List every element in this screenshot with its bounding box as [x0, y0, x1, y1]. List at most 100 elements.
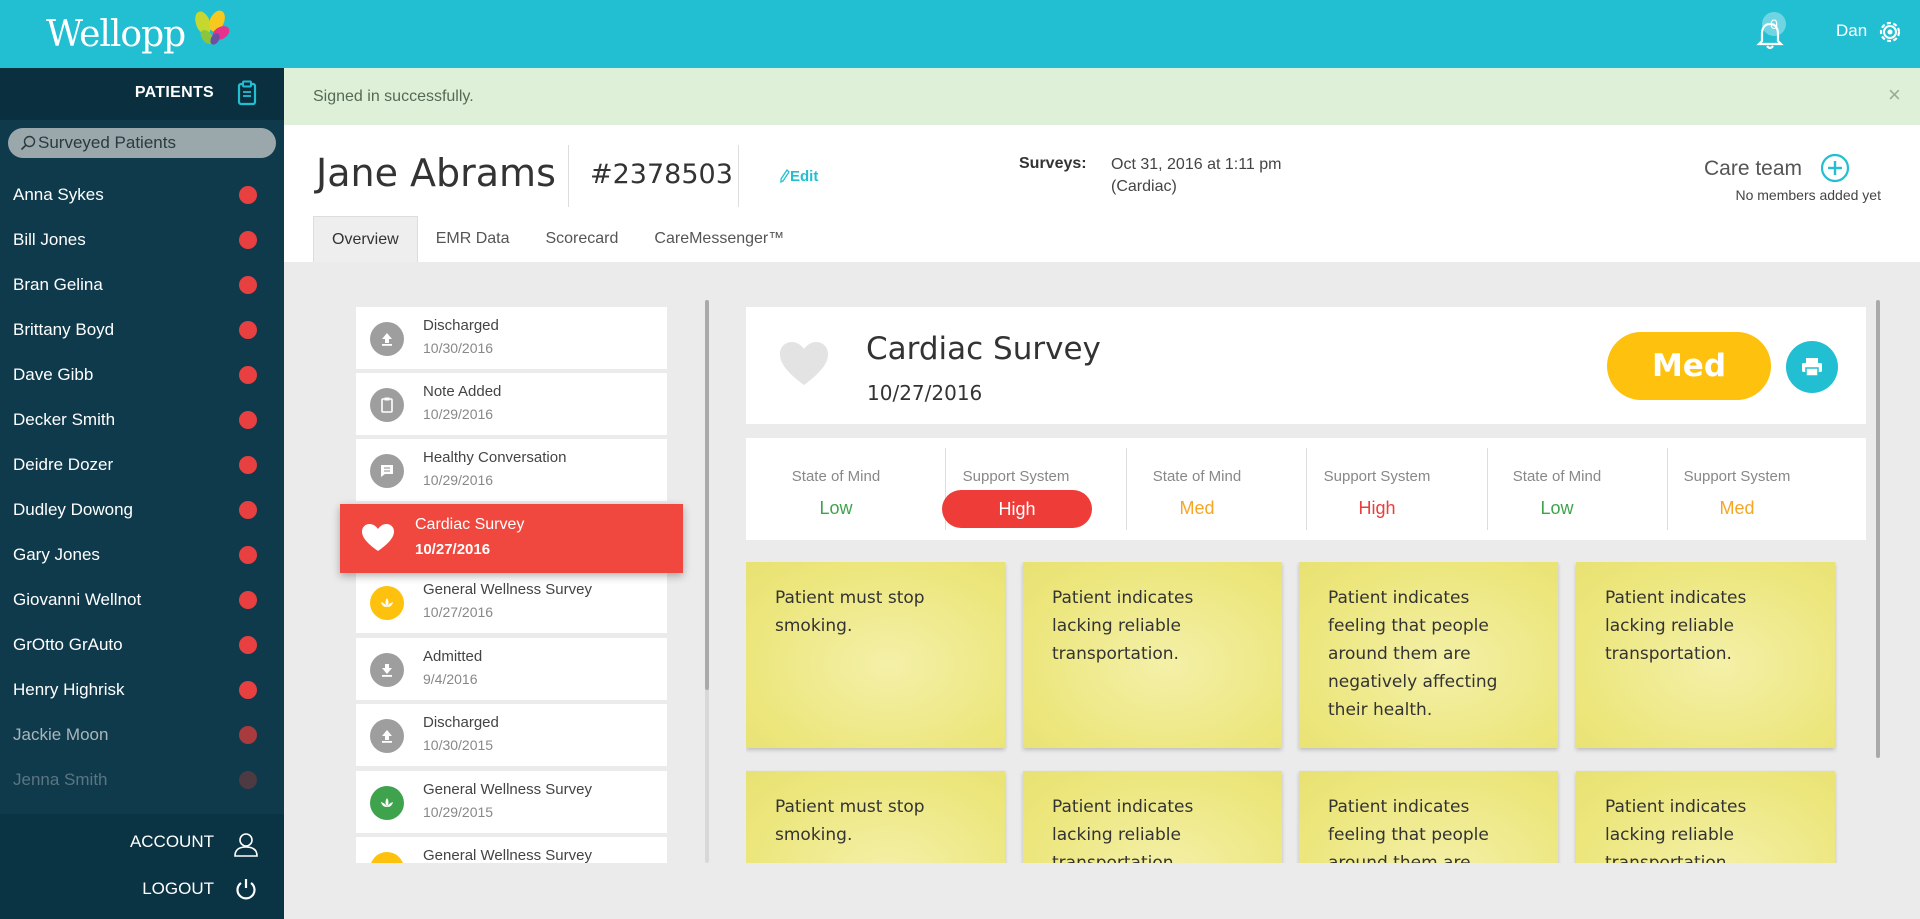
alert-message: Signed in successfully.: [313, 88, 474, 105]
clipboard-icon: [370, 388, 404, 422]
patient-name: Jenna Smith: [13, 769, 108, 789]
patient-item[interactable]: Jackie Moon: [0, 712, 284, 757]
timeline-item[interactable]: General Wellness Survey: [356, 837, 667, 863]
close-icon[interactable]: ×: [1888, 82, 1901, 108]
risk-level-badge: Med: [1607, 332, 1771, 400]
timeline-item-selected[interactable]: Cardiac Survey 10/27/2016: [340, 504, 683, 573]
heart-icon: [780, 342, 828, 385]
metric-item: Support System High: [1287, 448, 1467, 530]
divider: [568, 145, 569, 207]
search-icon: [20, 135, 36, 151]
timeline-item[interactable]: General Wellness Survey 10/29/2015: [356, 771, 667, 833]
patient-name-title: Jane Abrams: [316, 151, 556, 195]
timeline-date: 10/29/2016: [423, 406, 494, 422]
surveys-date: Oct 31, 2016 at 1:11 pm: [1111, 156, 1282, 173]
timeline-item[interactable]: Discharged 10/30/2015: [356, 704, 667, 766]
metric-value: Low: [1540, 498, 1574, 518]
timeline-date: 10/27/2016: [415, 541, 491, 558]
timeline-title: General Wellness Survey: [423, 781, 592, 798]
surveys-label: Surveys:: [1019, 155, 1087, 172]
patient-item[interactable]: Bill Jones: [0, 217, 284, 262]
timeline-item[interactable]: Healthy Conversation 10/29/2016: [356, 439, 667, 501]
edit-link[interactable]: Edit: [780, 168, 818, 185]
patients-heading[interactable]: PATIENTS: [135, 84, 214, 102]
pencil-icon: [780, 168, 790, 184]
sticky-note: Patient indicates lacking reliable trans…: [1023, 771, 1282, 863]
timeline-scrollbar[interactable]: [705, 300, 709, 690]
survey-notes: Patient must stop smoking. Patient indic…: [746, 562, 1866, 863]
sidebar-header: PATIENTS: [0, 68, 284, 120]
risk-dot-icon: [239, 186, 257, 204]
sticky-note: Patient must stop smoking.: [746, 562, 1005, 748]
tab-emr-data[interactable]: EMR Data: [418, 216, 528, 262]
download-icon: [370, 653, 404, 687]
logo[interactable]: Wellopp: [46, 10, 233, 58]
print-button[interactable]: [1786, 341, 1838, 393]
chat-icon: [370, 454, 404, 488]
lotus-icon: [370, 586, 404, 620]
patient-name: Bill Jones: [13, 229, 86, 249]
metric-label: Support System: [1683, 468, 1791, 485]
metric-value: Med: [1179, 498, 1215, 518]
divider: [738, 145, 739, 207]
risk-dot-icon: [239, 276, 257, 294]
timeline-item[interactable]: Note Added 10/29/2016: [356, 373, 667, 435]
tab-scorecard[interactable]: Scorecard: [527, 216, 636, 262]
gear-icon[interactable]: [1876, 18, 1904, 46]
patient-name: Decker Smith: [13, 409, 116, 429]
butterfly-logo-icon: [195, 10, 230, 45]
patient-item[interactable]: Bran Gelina: [0, 262, 284, 307]
care-team-label: Care team: [1704, 157, 1803, 180]
heart-icon: [360, 520, 396, 556]
patient-item[interactable]: Gary Jones: [0, 532, 284, 577]
patient-item[interactable]: Decker Smith: [0, 397, 284, 442]
main-scrollbar[interactable]: [1876, 300, 1880, 758]
metric-item: Support System High: [926, 448, 1106, 530]
timeline-date: 10/29/2015: [423, 804, 494, 820]
timeline-item[interactable]: Discharged 10/30/2016: [356, 307, 667, 369]
patient-name: Bran Gelina: [13, 274, 103, 294]
patient-name: Deidre Dozer: [13, 454, 114, 474]
search-input[interactable]: [38, 128, 268, 158]
top-bar: Wellopp 0 Dan: [0, 0, 1920, 68]
clipboard-icon[interactable]: [236, 80, 258, 106]
patient-list: Anna Sykes Bill Jones Bran Gelina Britta…: [0, 172, 284, 802]
patient-item[interactable]: Dudley Dowong: [0, 487, 284, 532]
timeline-title: General Wellness Survey: [423, 847, 592, 863]
logout-link[interactable]: LOGOUT: [142, 879, 214, 899]
patient-item[interactable]: Brittany Boyd: [0, 307, 284, 352]
tab-caremessenger[interactable]: CareMessenger™: [636, 216, 802, 262]
sticky-note: Patient indicates lacking reliable trans…: [1576, 562, 1835, 748]
timeline-title: Note Added: [423, 383, 502, 400]
user-name[interactable]: Dan: [1836, 21, 1867, 41]
patient-item[interactable]: Henry Highrisk: [0, 667, 284, 712]
patient-item[interactable]: Giovanni Wellnot: [0, 577, 284, 622]
metric-value: Low: [819, 498, 853, 518]
metric-label: State of Mind: [1512, 468, 1602, 485]
patient-item[interactable]: Dave Gibb: [0, 352, 284, 397]
patient-item[interactable]: Jenna Smith: [0, 757, 284, 802]
patient-item[interactable]: Anna Sykes: [0, 172, 284, 217]
activity-timeline: Discharged 10/30/2016 Note Added 10/29/2…: [356, 307, 667, 863]
add-circle-icon[interactable]: [1820, 153, 1850, 183]
timeline-date: 10/29/2016: [423, 472, 494, 488]
timeline-item[interactable]: Admitted 9/4/2016: [356, 638, 667, 700]
risk-dot-icon: [239, 681, 257, 699]
sticky-note: Patient indicates lacking reliable trans…: [1023, 562, 1282, 748]
risk-dot-icon: [239, 726, 257, 744]
power-icon[interactable]: [235, 878, 257, 900]
account-link[interactable]: ACCOUNT: [130, 832, 214, 852]
timeline-title: Discharged: [423, 714, 499, 731]
care-team-status: No members added yet: [1735, 187, 1881, 203]
tab-overview[interactable]: Overview: [313, 216, 418, 262]
patient-name: Dudley Dowong: [13, 499, 134, 519]
patient-search: [8, 128, 276, 158]
account-icon[interactable]: [233, 831, 259, 857]
sidebar: PATIENTS Anna Sykes Bill Jones Bran Geli…: [0, 68, 284, 919]
timeline-date: 10/27/2016: [423, 604, 494, 620]
patient-item[interactable]: Deidre Dozer: [0, 442, 284, 487]
timeline-date: 9/4/2016: [423, 671, 478, 687]
timeline-title: Admitted: [423, 648, 483, 665]
patient-item[interactable]: GrOtto GrAuto: [0, 622, 284, 667]
timeline-item[interactable]: General Wellness Survey 10/27/2016: [356, 571, 667, 633]
